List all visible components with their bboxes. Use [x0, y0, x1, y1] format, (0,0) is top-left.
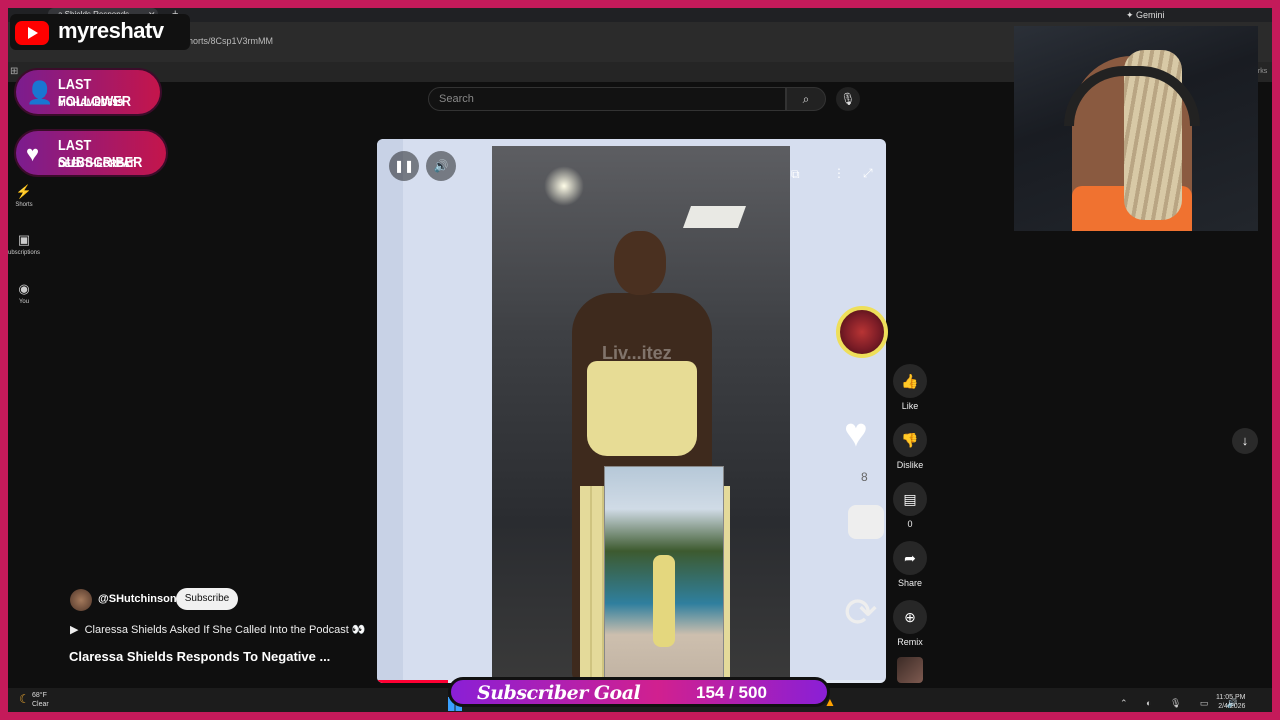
last-subscriber-name: DEENTHEGREAT — [58, 158, 135, 170]
video-watermark: Liv...itez — [602, 343, 672, 363]
chat-bubble-icon — [848, 505, 884, 539]
stream-canvas: a Shields Responds ✕ + ✦ Gemini horts/8C… — [0, 0, 1280, 720]
account-icon: ◉ — [18, 281, 30, 296]
ghost-like-count: 8 — [861, 470, 868, 484]
sidebar-item-shorts[interactable]: ⚡ Shorts — [8, 184, 40, 208]
search-button[interactable]: ⌕ — [786, 87, 826, 111]
inset-subject — [653, 555, 675, 647]
sidebar-item-you[interactable]: ◉ You — [8, 281, 40, 305]
webcam-overlay — [1014, 26, 1258, 231]
play-icon: ▶ — [70, 624, 79, 636]
share-button[interactable]: ➦ Share — [887, 541, 933, 588]
tab-strip: a Shields Responds ✕ + ✦ Gemini — [8, 8, 1272, 22]
warning-triangle-icon: ▲ — [824, 695, 836, 709]
comment-icon: ▤ — [893, 482, 927, 516]
skylight — [682, 206, 747, 228]
heart-icon: ♥ — [26, 141, 40, 166]
add-person-icon: 👤 — [26, 80, 54, 105]
related-video-link[interactable]: ▶ Claressa Shields Asked If She Called I… — [70, 623, 366, 636]
volume-icon: 🔊 — [433, 159, 449, 173]
shorts-icon: ⚡ — [15, 184, 33, 199]
taskbar-clock[interactable]: 11:05 PM 2/4/2026 — [1216, 693, 1245, 711]
arrow-down-icon: ↓ — [1241, 433, 1249, 448]
subscribe-button[interactable]: Subscribe — [176, 588, 238, 610]
pause-button[interactable]: ❚❚ — [389, 151, 419, 181]
player-side-band — [377, 139, 403, 683]
remix-icon: ⊕ — [893, 600, 927, 634]
ceiling-glow — [544, 166, 584, 206]
dislike-label: Dislike — [896, 460, 924, 470]
sidebar-item-label: ubscriptions — [8, 250, 41, 256]
shorts-player[interactable]: Liv...itez ❚❚ 🔊 ⧉ ⋮ ⤢ — [377, 139, 886, 683]
subject-top — [587, 361, 697, 456]
related-video-title: Claressa Shields Asked If She Called Int… — [84, 624, 366, 636]
search-input[interactable]: Search — [428, 87, 786, 111]
goal-label: Subscriber Goal — [477, 682, 641, 704]
clock-time: 11:05 PM — [1216, 694, 1246, 701]
like-button[interactable]: 👍 Like — [887, 364, 933, 411]
channel-avatar[interactable] — [70, 589, 92, 611]
progress-fill — [377, 680, 449, 683]
next-short-button[interactable]: ↓ — [1232, 428, 1258, 454]
subject-head — [614, 231, 666, 295]
last-follower-name: MOHAMED899 — [58, 97, 123, 109]
url-field[interactable]: horts/8Csp1V3rmMM — [188, 36, 273, 46]
sidebar-item-label: Shorts — [15, 202, 33, 208]
youtube-logo-icon — [15, 21, 49, 45]
captions-icon[interactable]: ⧉ — [791, 167, 800, 182]
thumbs-down-icon: 👎 — [893, 423, 927, 457]
search-icon: ⌕ — [802, 92, 810, 106]
channel-brand-overlay: myreshatv — [10, 14, 190, 50]
video-title[interactable]: Claressa Shields Responds To Negative ..… — [69, 649, 330, 664]
remix-label: Remix — [897, 637, 923, 647]
temperature: 68°F — [32, 692, 47, 699]
share-label: Share — [897, 578, 923, 588]
fullscreen-icon[interactable]: ⤢ — [863, 166, 873, 181]
alert-avatar — [836, 306, 888, 358]
weather-moon-icon[interactable]: ☾ — [19, 692, 30, 706]
weather-widget[interactable]: 68°F Clear — [32, 691, 49, 709]
dislike-button[interactable]: 👎 Dislike — [887, 423, 933, 470]
apps-grid-icon[interactable]: ⊞ — [10, 66, 18, 77]
last-follower-alert: 👤 LAST FOLLOWER MOHAMED899 — [14, 68, 162, 116]
comments-button[interactable]: ▤ 0 — [887, 482, 933, 529]
clock-date: 2/4/2026 — [1218, 703, 1246, 710]
comments-count: 0 — [907, 519, 913, 529]
pause-icon: ❚❚ — [393, 159, 415, 173]
goal-value: 154 / 500 — [696, 683, 767, 702]
thumbs-up-icon: 👍 — [893, 364, 927, 398]
mic-icon: 🎙 — [840, 92, 856, 106]
channel-handle[interactable]: @SHutchinson — [98, 593, 177, 605]
weather-condition: Clear — [32, 701, 49, 708]
inset-video — [604, 466, 724, 678]
heart-icon: ♥ — [844, 411, 868, 455]
video-frame[interactable]: Liv...itez — [492, 146, 790, 683]
more-options-icon[interactable]: ⋮ — [833, 166, 845, 180]
voice-search-button[interactable]: 🎙 — [836, 87, 860, 111]
sidebar-item-label: You — [18, 299, 30, 305]
like-label: Like — [901, 401, 919, 411]
subscriptions-icon: ▣ — [17, 232, 31, 247]
subscriber-goal-bar: Subscriber Goal 154 / 500 — [448, 677, 830, 707]
channel-thumbnail[interactable] — [897, 657, 923, 683]
brand-name: myreshatv — [58, 18, 164, 43]
remix-button[interactable]: ⊕ Remix — [887, 600, 933, 647]
gemini-button[interactable]: ✦ Gemini — [1126, 8, 1165, 22]
volume-button[interactable]: 🔊 — [426, 151, 456, 181]
share-icon: ➦ — [893, 541, 927, 575]
repeat-icon: ⟳ — [844, 591, 878, 635]
sidebar-item-subscriptions[interactable]: ▣ ubscriptions — [8, 232, 40, 256]
last-subscriber-alert: ♥ LAST SUBSCRIBER DEENTHEGREAT — [14, 129, 168, 177]
